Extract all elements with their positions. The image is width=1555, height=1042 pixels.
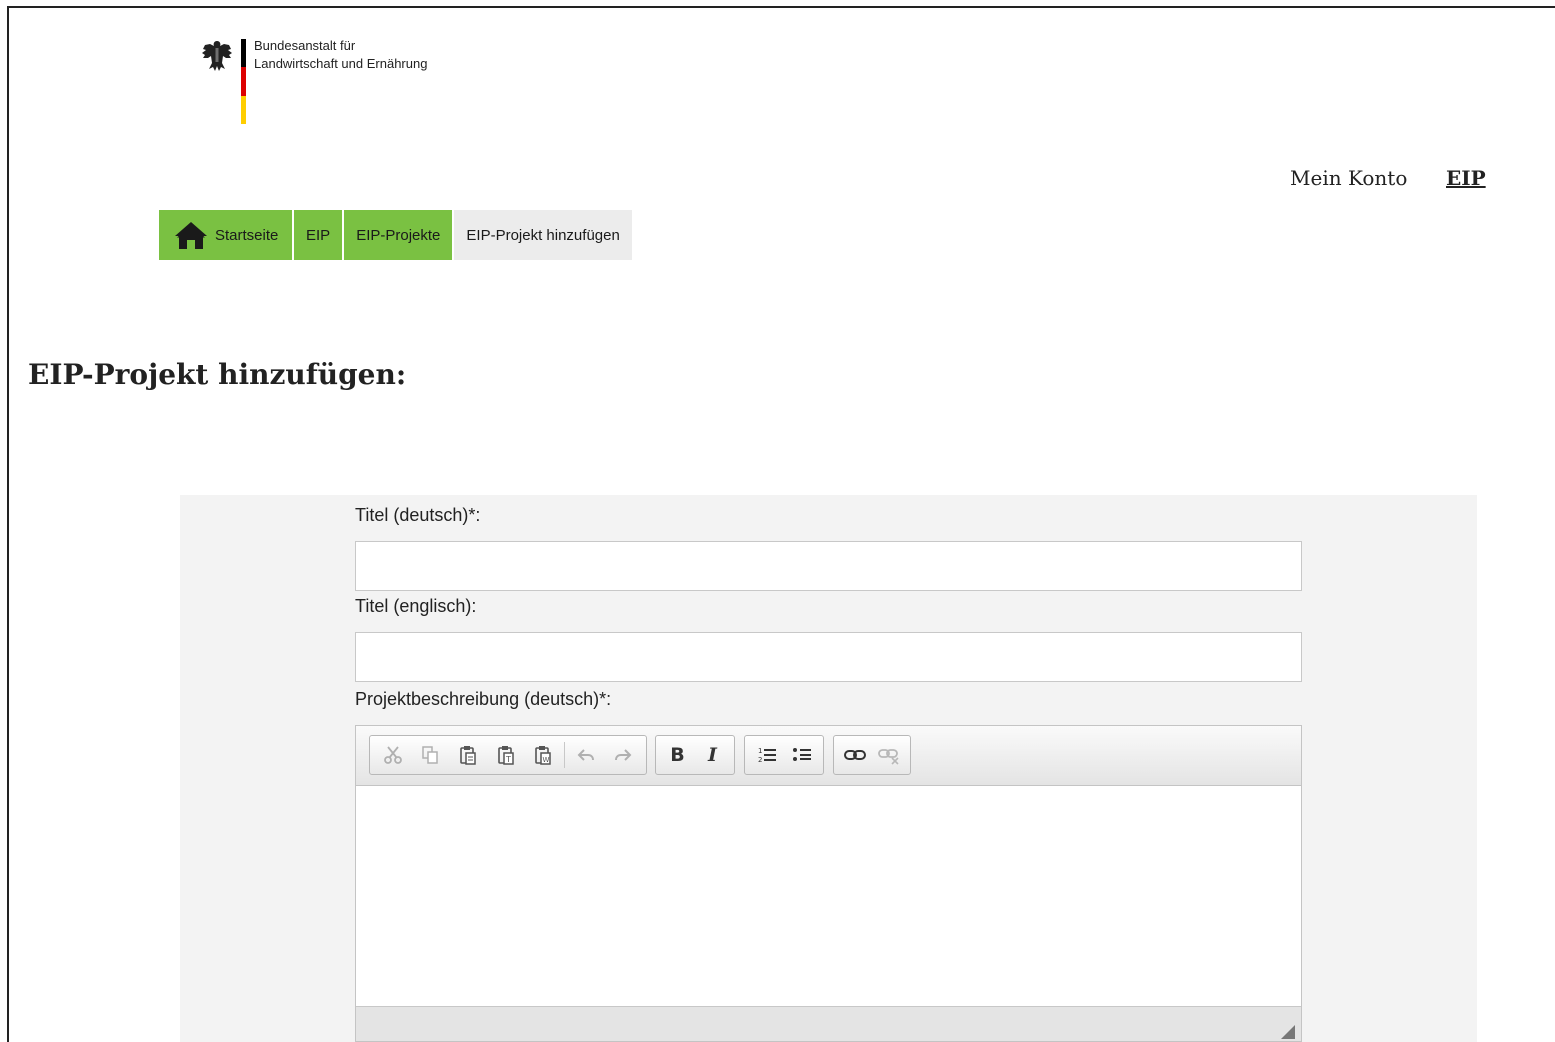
unlink-icon — [878, 749, 899, 765]
svg-text:2: 2 — [758, 756, 762, 764]
bulleted-list-icon — [792, 748, 811, 761]
breadcrumb-eip[interactable]: EIP — [294, 210, 343, 260]
copy-icon — [422, 746, 439, 764]
unlink-button[interactable] — [872, 739, 906, 771]
form-panel: Titel (deutsch)*: Titel (englisch): Proj… — [180, 495, 1477, 1042]
title-de-input[interactable] — [355, 541, 1302, 591]
editor-status-bar — [356, 1006, 1301, 1041]
svg-text:W: W — [543, 756, 550, 764]
toolbar-group-format: B I — [655, 735, 735, 775]
svg-text:T: T — [505, 755, 511, 764]
toolbar-group-lists: 1 2 — [744, 735, 824, 775]
paste-icon — [460, 746, 476, 765]
copy-button[interactable] — [412, 739, 450, 771]
logo-line-1: Bundesanstalt für — [254, 38, 356, 53]
title-en-label: Titel (englisch): — [355, 596, 477, 616]
link-icon — [844, 750, 866, 760]
title-en-input[interactable] — [355, 632, 1302, 682]
title-de-label: Titel (deutsch)*: — [355, 505, 481, 525]
breadcrumb-home-label: Startseite — [215, 226, 279, 244]
editor-toolbar: T W B I 1 2 — [356, 726, 1301, 786]
toolbar-separator — [563, 742, 565, 768]
my-account-link[interactable]: Mein Konto — [1290, 166, 1407, 190]
paste-word-icon: W — [535, 746, 551, 765]
resize-handle-icon[interactable] — [1281, 1025, 1295, 1039]
breadcrumb-current: EIP-Projekt hinzufügen — [454, 210, 632, 260]
link-button[interactable] — [838, 739, 872, 771]
redo-icon — [615, 749, 632, 761]
editor-content-area[interactable] — [356, 786, 1301, 1008]
federal-eagle-icon — [202, 41, 232, 71]
numbered-list-icon: 1 2 — [758, 747, 776, 764]
toolbar-group-clipboard: T W — [369, 735, 647, 775]
page-title: EIP-Projekt hinzufügen: — [28, 358, 407, 391]
undo-button[interactable] — [567, 739, 605, 771]
redo-button[interactable] — [604, 739, 642, 771]
undo-icon — [577, 749, 594, 761]
toolbar-group-links — [833, 735, 911, 775]
breadcrumb-eip-projekte[interactable]: EIP-Projekte — [344, 210, 453, 260]
breadcrumb: Startseite EIP EIP-Projekte EIP-Projekt … — [159, 210, 632, 260]
paste-text-icon: T — [497, 746, 514, 765]
numbered-list-button[interactable]: 1 2 — [749, 739, 784, 771]
bold-button[interactable]: B — [660, 739, 695, 771]
home-icon — [175, 222, 207, 249]
bulleted-list-button[interactable] — [784, 739, 819, 771]
breadcrumb-eip-projekte-label: EIP-Projekte — [356, 226, 441, 244]
italic-button[interactable]: I — [695, 739, 730, 771]
italic-icon: I — [708, 744, 717, 766]
description-de-editor: T W B I 1 2 — [355, 725, 1302, 1042]
paste-button[interactable] — [449, 739, 487, 771]
cut-icon — [383, 746, 402, 764]
bold-icon: B — [670, 744, 685, 766]
flag-bar — [241, 39, 246, 124]
cut-button[interactable] — [374, 739, 412, 771]
logo-text: Bundesanstalt für Landwirtschaft und Ern… — [254, 37, 554, 73]
breadcrumb-home[interactable]: Startseite — [159, 210, 292, 260]
logo-line-2: Landwirtschaft und Ernährung — [254, 56, 428, 71]
breadcrumb-current-label: EIP-Projekt hinzufügen — [466, 226, 620, 244]
breadcrumb-eip-label: EIP — [306, 226, 331, 244]
svg-text:1: 1 — [758, 747, 762, 755]
eip-link[interactable]: EIP — [1446, 166, 1486, 190]
description-de-label: Projektbeschreibung (deutsch)*: — [355, 689, 612, 709]
paste-text-button[interactable]: T — [487, 739, 525, 771]
paste-word-button[interactable]: W — [524, 739, 562, 771]
